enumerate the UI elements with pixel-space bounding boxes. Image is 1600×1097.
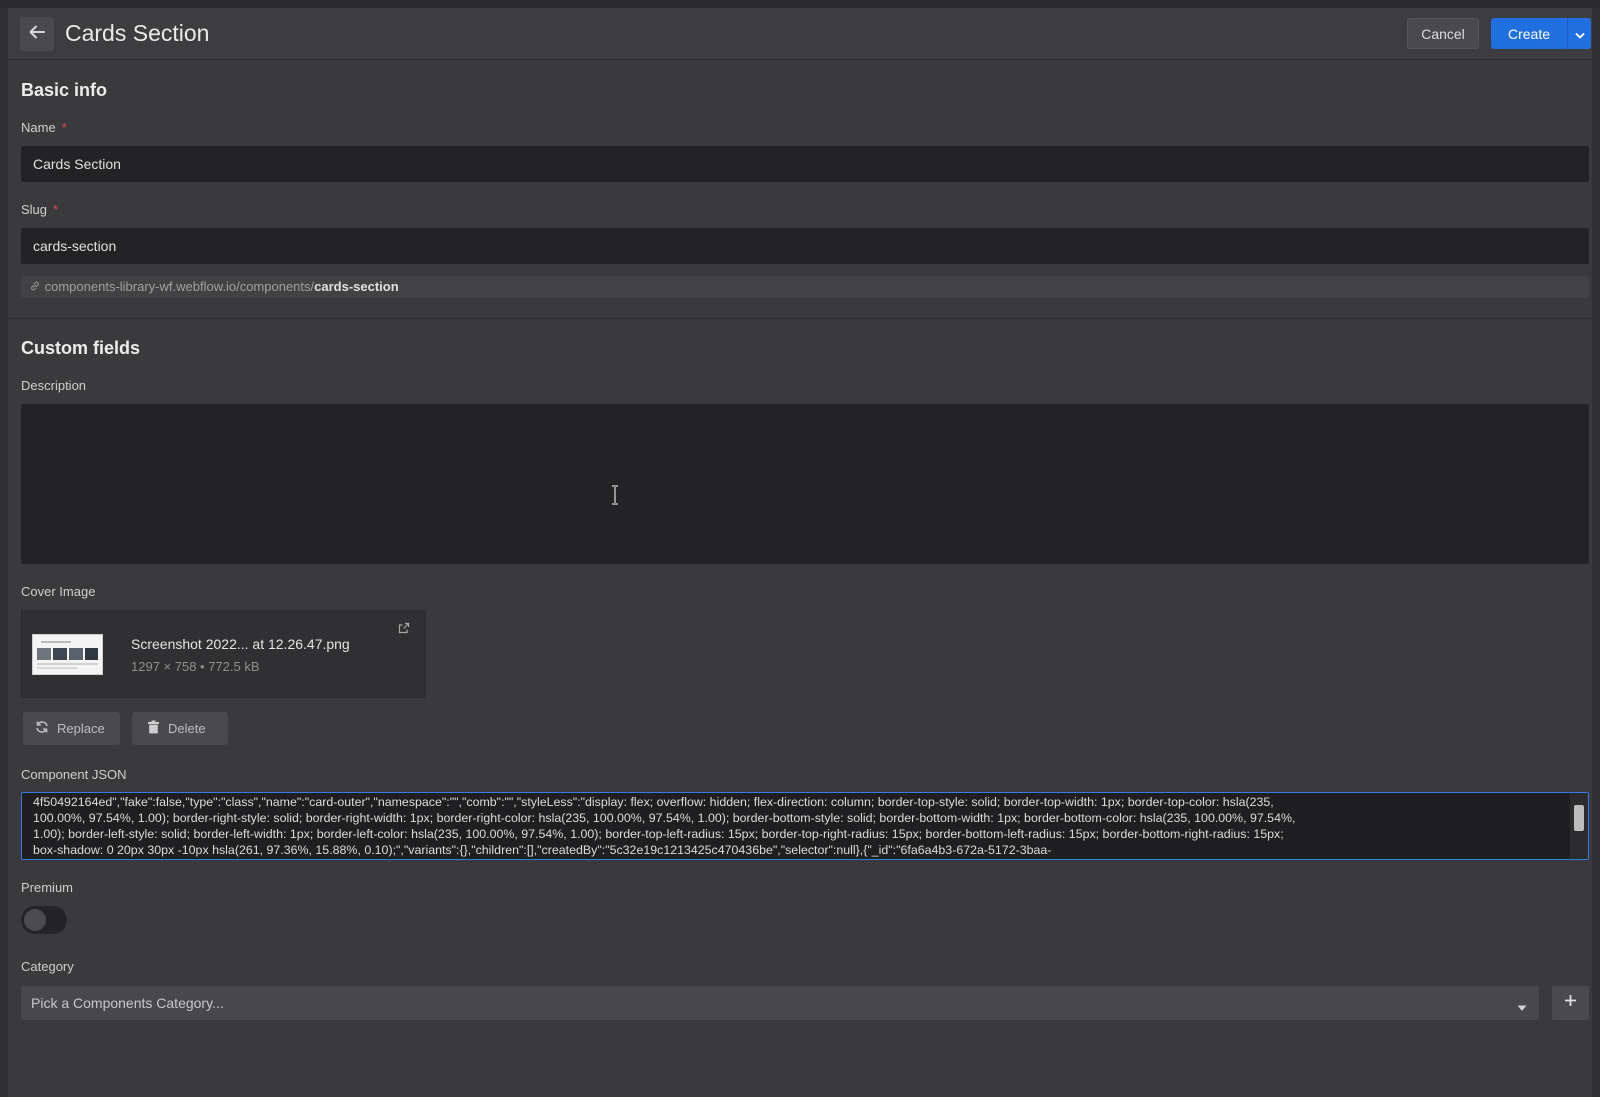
name-label: Name * — [21, 120, 67, 135]
create-button[interactable]: Create — [1491, 18, 1591, 49]
section-divider — [8, 318, 1592, 319]
json-line: 1.00); border-left-style: solid; border-… — [33, 827, 1284, 841]
component-json-label: Component JSON — [21, 767, 127, 782]
cover-image-card: Screenshot 2022... at 12.26.47.png 1297 … — [21, 610, 426, 698]
chevron-down-icon — [1517, 999, 1527, 1015]
plus-icon — [1564, 994, 1577, 1012]
cover-image-thumbnail[interactable] — [32, 634, 103, 675]
description-textarea[interactable] — [21, 404, 1589, 564]
json-line: box-shadow: 0 20px 30px -10px hsla(261, … — [33, 843, 1052, 857]
json-line: 4f50492164ed","fake":false,"type":"class… — [33, 795, 1274, 809]
url-prefix: components-library-wf.webflow.io/compone… — [44, 279, 315, 294]
left-edge — [0, 8, 8, 1097]
required-marker: * — [53, 202, 59, 217]
back-button[interactable] — [20, 17, 54, 51]
arrow-left-icon — [28, 23, 46, 46]
create-button-label[interactable]: Create — [1491, 18, 1567, 49]
json-line: 100.00%, 97.54%, 1.00); border-right-sty… — [33, 811, 1296, 825]
header-bar: Cards Section Cancel Create — [8, 8, 1592, 60]
premium-label: Premium — [21, 880, 74, 895]
cover-image-label: Cover Image — [21, 584, 96, 599]
custom-fields-heading: Custom fields — [21, 338, 141, 358]
basic-info-heading: Basic info — [21, 80, 108, 100]
refresh-icon — [35, 720, 49, 737]
json-scrollbar[interactable] — [1570, 793, 1588, 859]
required-marker: * — [61, 120, 67, 135]
create-options-button[interactable] — [1567, 18, 1591, 49]
replace-label: Replace — [57, 721, 105, 736]
external-link-icon[interactable] — [398, 621, 410, 639]
cover-file-meta: 1297 × 758 • 772.5 kB — [131, 659, 260, 674]
url-slug: cards-section — [314, 279, 399, 294]
slug-url-preview: components-library-wf.webflow.io/compone… — [21, 276, 1589, 298]
description-label: Description — [21, 378, 87, 393]
slug-label: Slug * — [21, 202, 58, 217]
cancel-button[interactable]: Cancel — [1407, 18, 1479, 49]
text-cursor-icon — [610, 485, 620, 510]
premium-toggle-knob — [24, 909, 46, 931]
slug-input[interactable]: cards-section — [21, 228, 1589, 264]
cover-file-name: Screenshot 2022... at 12.26.47.png — [131, 636, 350, 652]
premium-toggle[interactable] — [21, 906, 67, 934]
right-edge — [1592, 8, 1600, 1097]
delete-button[interactable]: Delete — [132, 712, 228, 745]
trash-icon — [147, 720, 160, 737]
replace-button[interactable]: Replace — [23, 712, 120, 745]
name-input[interactable]: Cards Section — [21, 146, 1589, 182]
name-label-text: Name — [21, 120, 56, 135]
slug-label-text: Slug — [21, 202, 48, 217]
window-top-strip — [0, 0, 1600, 8]
chevron-down-icon — [1574, 26, 1585, 42]
category-select[interactable]: Pick a Components Category... — [21, 986, 1539, 1020]
page-title: Cards Section — [65, 20, 210, 46]
category-placeholder: Pick a Components Category... — [31, 995, 224, 1011]
category-label: Category — [21, 959, 74, 974]
json-scrollbar-thumb[interactable] — [1574, 805, 1584, 831]
component-json-textarea[interactable]: 4f50492164ed","fake":false,"type":"class… — [21, 792, 1589, 860]
link-icon — [29, 279, 45, 294]
add-category-button[interactable] — [1552, 986, 1589, 1020]
delete-label: Delete — [168, 721, 206, 736]
